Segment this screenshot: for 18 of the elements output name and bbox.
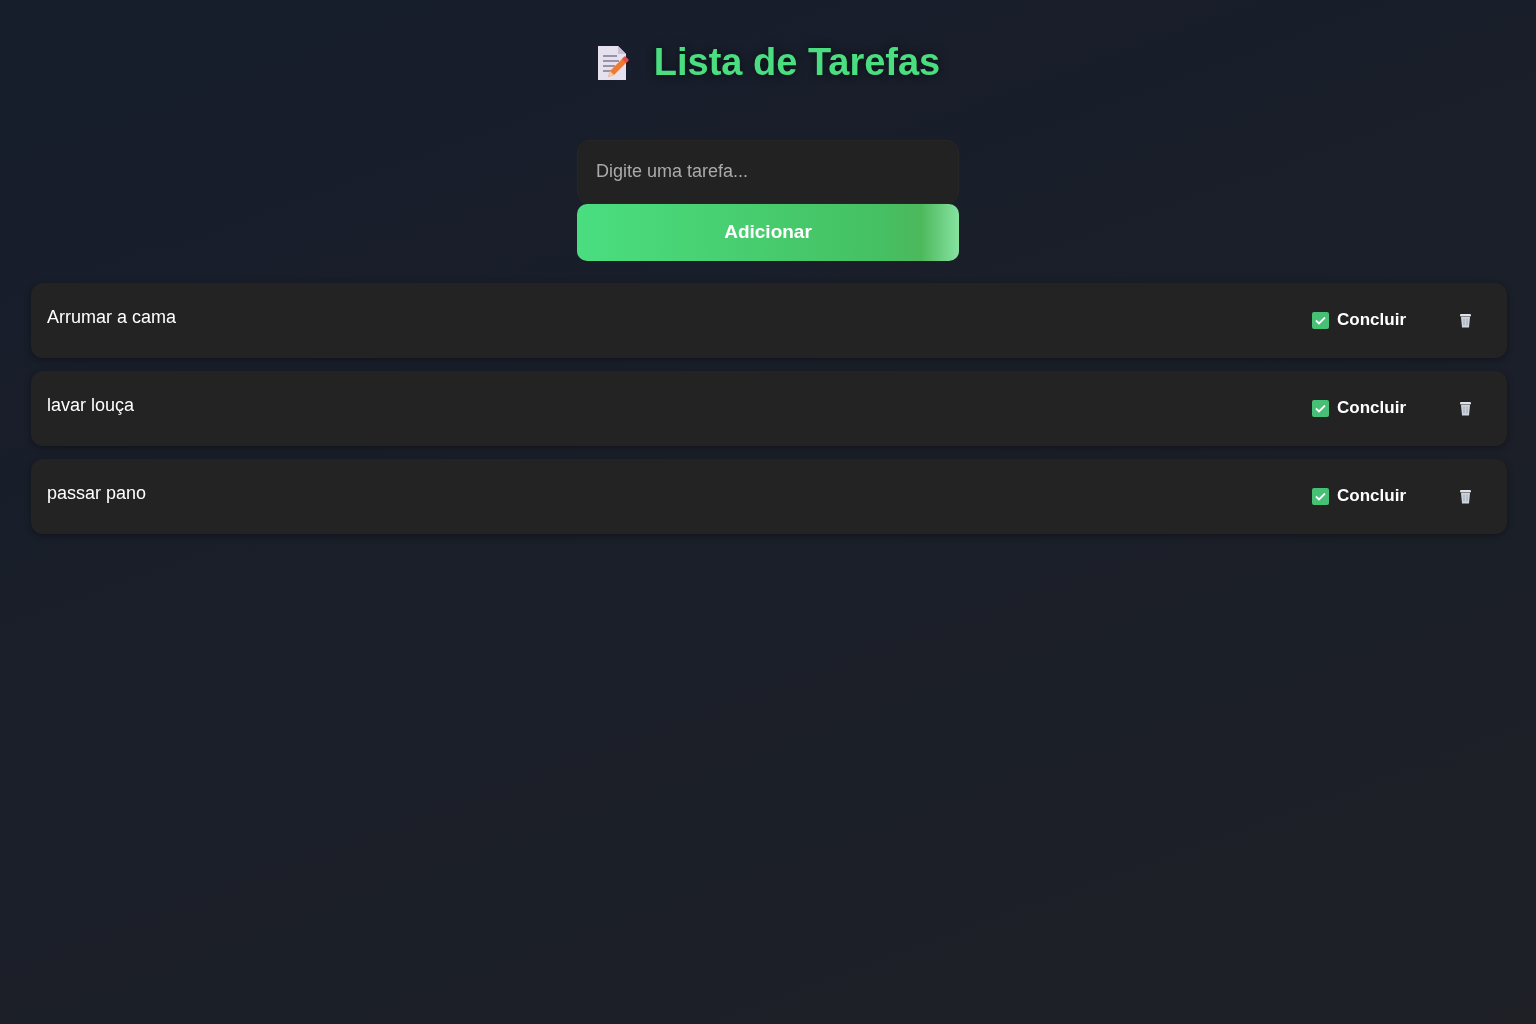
task-text: passar pano bbox=[47, 481, 148, 505]
trash-icon bbox=[1460, 312, 1471, 328]
complete-button[interactable]: Concluir bbox=[1312, 395, 1406, 421]
checkmark-icon bbox=[1312, 399, 1330, 417]
complete-button[interactable]: Concluir bbox=[1312, 483, 1406, 509]
page-title: Lista de Tarefas bbox=[653, 40, 941, 85]
task-text: Arrumar a cama bbox=[47, 305, 178, 329]
delete-button[interactable] bbox=[1460, 400, 1471, 416]
memo-icon bbox=[595, 43, 630, 82]
trash-icon bbox=[1460, 400, 1471, 416]
task-text: lavar louça bbox=[47, 393, 136, 417]
task-input-field[interactable]: Digite uma tarefa... bbox=[577, 139, 959, 204]
delete-button[interactable] bbox=[1460, 488, 1471, 504]
complete-button[interactable]: Concluir bbox=[1312, 307, 1406, 333]
checkmark-icon bbox=[1312, 311, 1330, 329]
trash-icon bbox=[1460, 488, 1471, 504]
checkmark-icon bbox=[1312, 487, 1330, 505]
delete-button[interactable] bbox=[1460, 312, 1471, 328]
